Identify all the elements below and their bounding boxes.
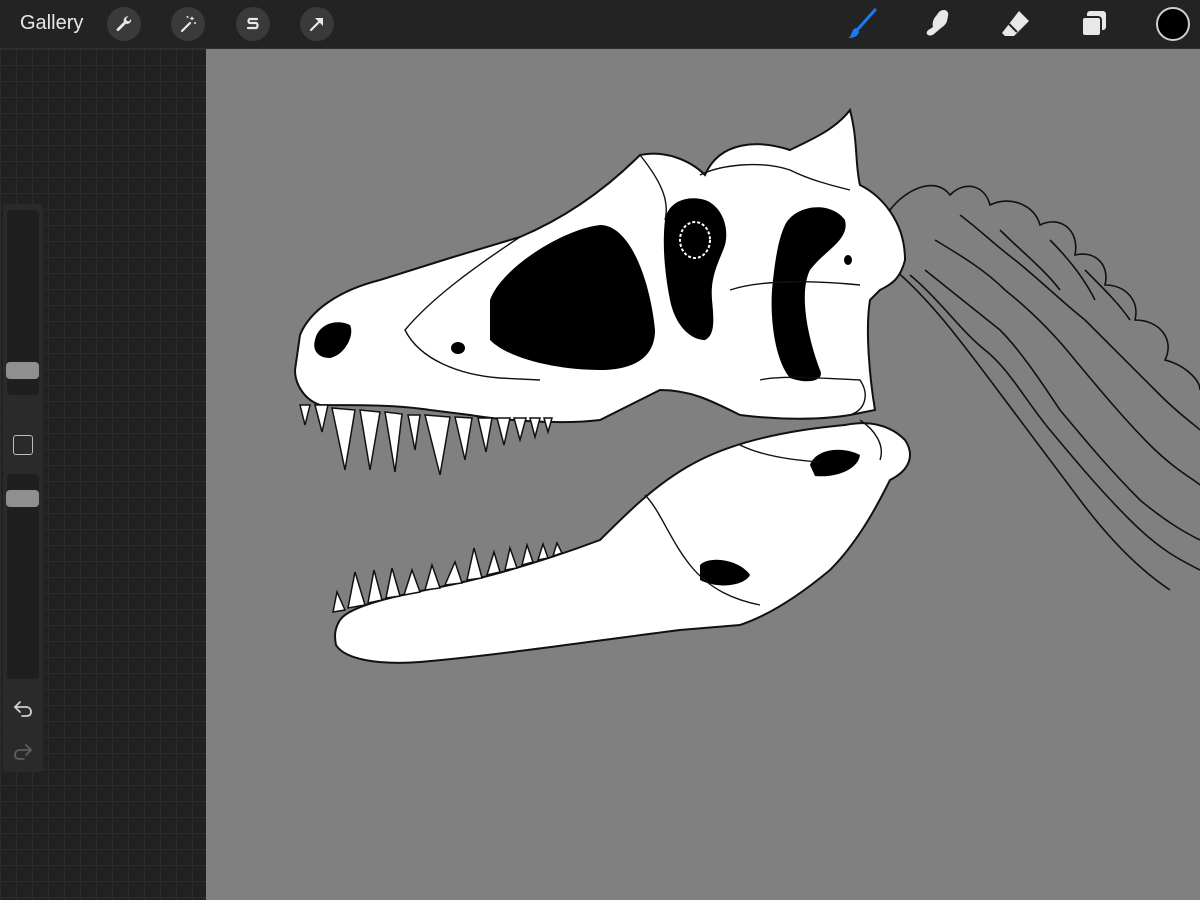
drawing-canvas[interactable] [206, 49, 1200, 900]
transform-arrow-icon [309, 17, 324, 32]
transform-button[interactable] [300, 7, 334, 41]
top-toolbar: Gallery [0, 0, 1200, 49]
smudge-button[interactable] [919, 4, 959, 44]
layers-button[interactable] [1075, 4, 1115, 44]
gallery-button[interactable]: Gallery [20, 12, 83, 35]
maxillary-fenestra [451, 342, 465, 354]
eraser-button[interactable] [996, 4, 1036, 44]
opacity-slider[interactable] [6, 474, 39, 679]
adjustments-button[interactable] [171, 7, 205, 41]
neck-vertebrae [889, 184, 1200, 591]
brush-button[interactable] [842, 4, 882, 44]
wrench-icon [116, 16, 132, 32]
undo-icon[interactable] [12, 697, 34, 719]
color-picker-button[interactable] [1156, 7, 1190, 41]
layers-icon [1081, 11, 1106, 37]
small-foramen [844, 255, 852, 265]
smudge-icon [926, 10, 949, 36]
brush-size-thumb[interactable] [6, 362, 39, 379]
actions-button[interactable] [107, 7, 141, 41]
skull-drawing [293, 107, 1200, 664]
selection-s-icon [246, 17, 259, 30]
modify-square-icon[interactable] [13, 435, 33, 455]
brush-size-slider[interactable] [6, 210, 39, 395]
magic-wand-icon [180, 16, 196, 33]
selection-button[interactable] [236, 7, 270, 41]
redo-icon[interactable] [12, 740, 34, 762]
left-sidebar [3, 204, 43, 772]
eraser-icon [1002, 11, 1029, 36]
opacity-thumb[interactable] [6, 490, 39, 507]
brush-icon [848, 8, 877, 38]
